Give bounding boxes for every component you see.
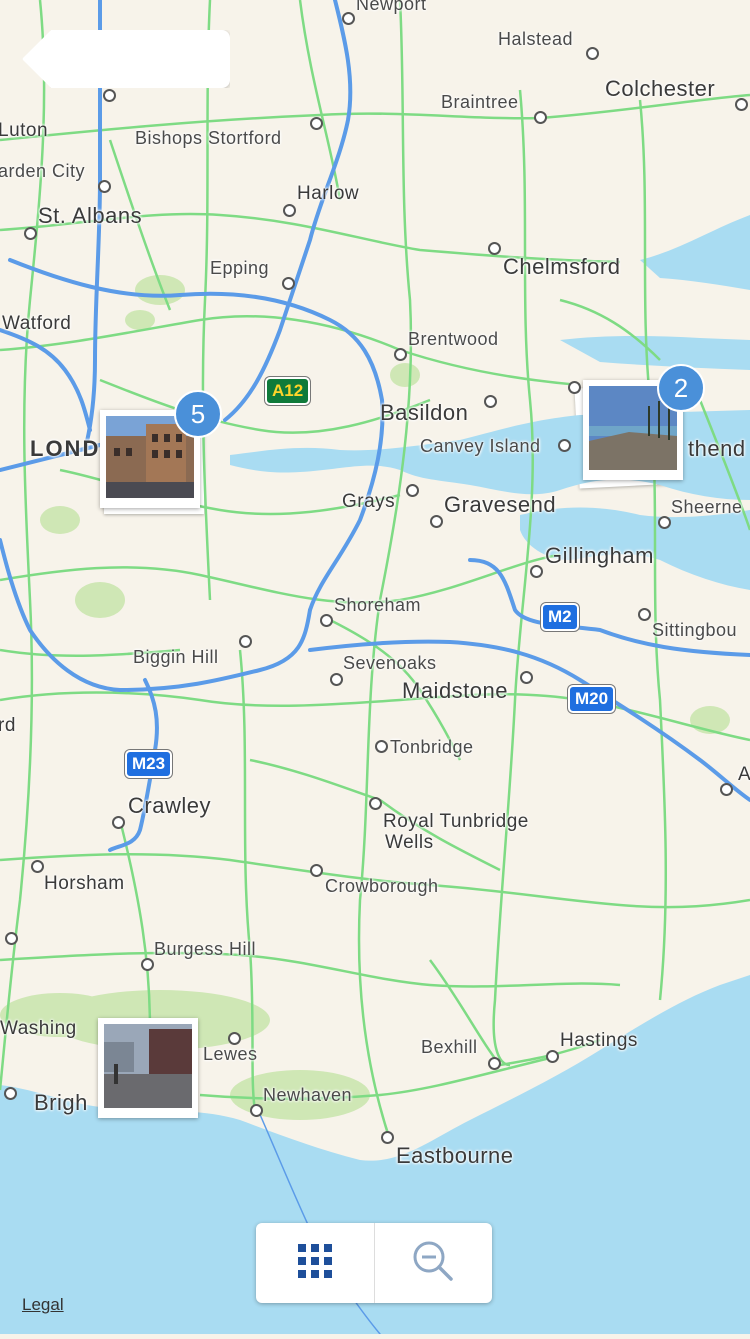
town-marker xyxy=(24,227,37,240)
zoom-out-icon xyxy=(411,1239,455,1288)
crouch-estuary xyxy=(560,335,750,370)
road-shield-m2: M2 xyxy=(541,603,579,631)
place-label: Bexhill xyxy=(421,1037,478,1057)
place-label: Horsham xyxy=(44,873,125,894)
town-marker xyxy=(283,204,296,217)
place-label: Lewes xyxy=(203,1044,258,1064)
town-marker xyxy=(320,614,333,627)
place-label: Gravesend xyxy=(444,492,557,517)
town-marker xyxy=(98,180,111,193)
town-marker xyxy=(112,816,125,829)
place-label: Basildon xyxy=(380,400,469,425)
town-marker xyxy=(4,1087,17,1100)
place-label: Royal Tunbridge xyxy=(383,811,529,832)
town-marker xyxy=(430,515,443,528)
town-marker xyxy=(638,608,651,621)
town-marker xyxy=(530,565,543,578)
town-marker xyxy=(394,348,407,361)
town-marker xyxy=(375,740,388,753)
place-label: Brentwood xyxy=(408,329,499,349)
place-label: rd xyxy=(0,715,16,736)
place-label: Crawley xyxy=(128,793,211,818)
photo-count-badge: 2 xyxy=(657,364,705,412)
map-view[interactable]: Newport Halstead Colchester Braintree Lu… xyxy=(0,0,750,1335)
town-marker xyxy=(534,111,547,124)
road-shield-m23: M23 xyxy=(125,750,173,778)
photo-cluster-brighton[interactable] xyxy=(98,1018,198,1118)
place-label: Wells xyxy=(385,832,434,853)
photo-cluster-london[interactable]: 5 xyxy=(100,390,222,514)
place-label: Grays xyxy=(342,491,396,512)
town-marker xyxy=(342,12,355,25)
town-marker xyxy=(310,117,323,130)
town-marker xyxy=(568,381,581,394)
place-label: Crowborough xyxy=(325,876,439,896)
road-shield-a12: A12 xyxy=(265,377,311,405)
place-label: Sheerne xyxy=(671,497,743,517)
place-label: A xyxy=(738,764,750,785)
town-marker xyxy=(31,860,44,873)
place-label: Gillingham xyxy=(545,543,654,568)
place-label: Luton xyxy=(0,120,49,141)
town-marker xyxy=(250,1104,263,1117)
town-marker xyxy=(330,673,343,686)
town-marker xyxy=(488,242,501,255)
town-marker xyxy=(658,516,671,529)
place-label: Braintree xyxy=(441,92,519,112)
town-marker xyxy=(103,89,116,102)
place-label: Newhaven xyxy=(263,1085,353,1105)
place-label: Burgess Hill xyxy=(154,939,257,959)
place-label: Newport xyxy=(356,0,427,14)
place-label: Sittingbou xyxy=(652,620,738,640)
town-marker xyxy=(381,1131,394,1144)
place-label: Colchester xyxy=(605,76,716,101)
grid-view-button[interactable] xyxy=(256,1223,374,1303)
place-label: Canvey Island xyxy=(420,436,541,456)
town-marker xyxy=(310,864,323,877)
grid-icon xyxy=(297,1243,332,1283)
place-label: Shoreham xyxy=(334,595,422,615)
place-label: Hastings xyxy=(560,1030,638,1051)
place-label: LOND xyxy=(30,436,101,461)
map-toolbar xyxy=(256,1223,492,1303)
town-marker xyxy=(586,47,599,60)
place-label: Biggin Hill xyxy=(133,647,219,667)
town-marker xyxy=(735,98,748,111)
legal-link[interactable]: Legal xyxy=(22,1295,64,1315)
town-marker xyxy=(282,277,295,290)
place-label: Tonbridge xyxy=(390,737,474,757)
town-marker xyxy=(484,395,497,408)
photo-cluster-southend[interactable]: 2 xyxy=(574,364,705,489)
town-marker xyxy=(720,783,733,796)
town-marker xyxy=(546,1050,559,1063)
town-marker xyxy=(406,484,419,497)
place-label: St. Albans xyxy=(38,203,143,228)
place-label: Eastbourne xyxy=(396,1143,514,1168)
town-marker xyxy=(5,932,18,945)
place-label: Chelmsford xyxy=(503,254,621,279)
place-label: Brigh xyxy=(34,1090,88,1115)
place-label: Halstead xyxy=(498,29,574,49)
back-button[interactable] xyxy=(22,30,230,88)
road-shield-m20: M20 xyxy=(568,685,616,713)
place-label: Washing xyxy=(0,1018,77,1039)
place-label: thend xyxy=(688,436,746,461)
town-marker xyxy=(558,439,571,452)
place-label: Sevenoaks xyxy=(343,653,437,673)
place-label: Maidstone xyxy=(402,678,509,703)
place-label: Epping xyxy=(210,258,270,278)
town-marker xyxy=(520,671,533,684)
town-marker xyxy=(369,797,382,810)
photo-count-badge: 5 xyxy=(174,390,222,438)
place-label: arden City xyxy=(0,161,86,181)
town-marker xyxy=(239,635,252,648)
place-label: Harlow xyxy=(297,183,360,204)
blackwater-estuary xyxy=(640,215,750,290)
photo-thumbnail xyxy=(104,1024,192,1108)
place-label: Watford xyxy=(2,313,72,334)
place-label: Bishops Stortford xyxy=(135,128,282,148)
town-marker xyxy=(141,958,154,971)
town-marker xyxy=(488,1057,501,1070)
zoom-out-button[interactable] xyxy=(375,1223,493,1303)
